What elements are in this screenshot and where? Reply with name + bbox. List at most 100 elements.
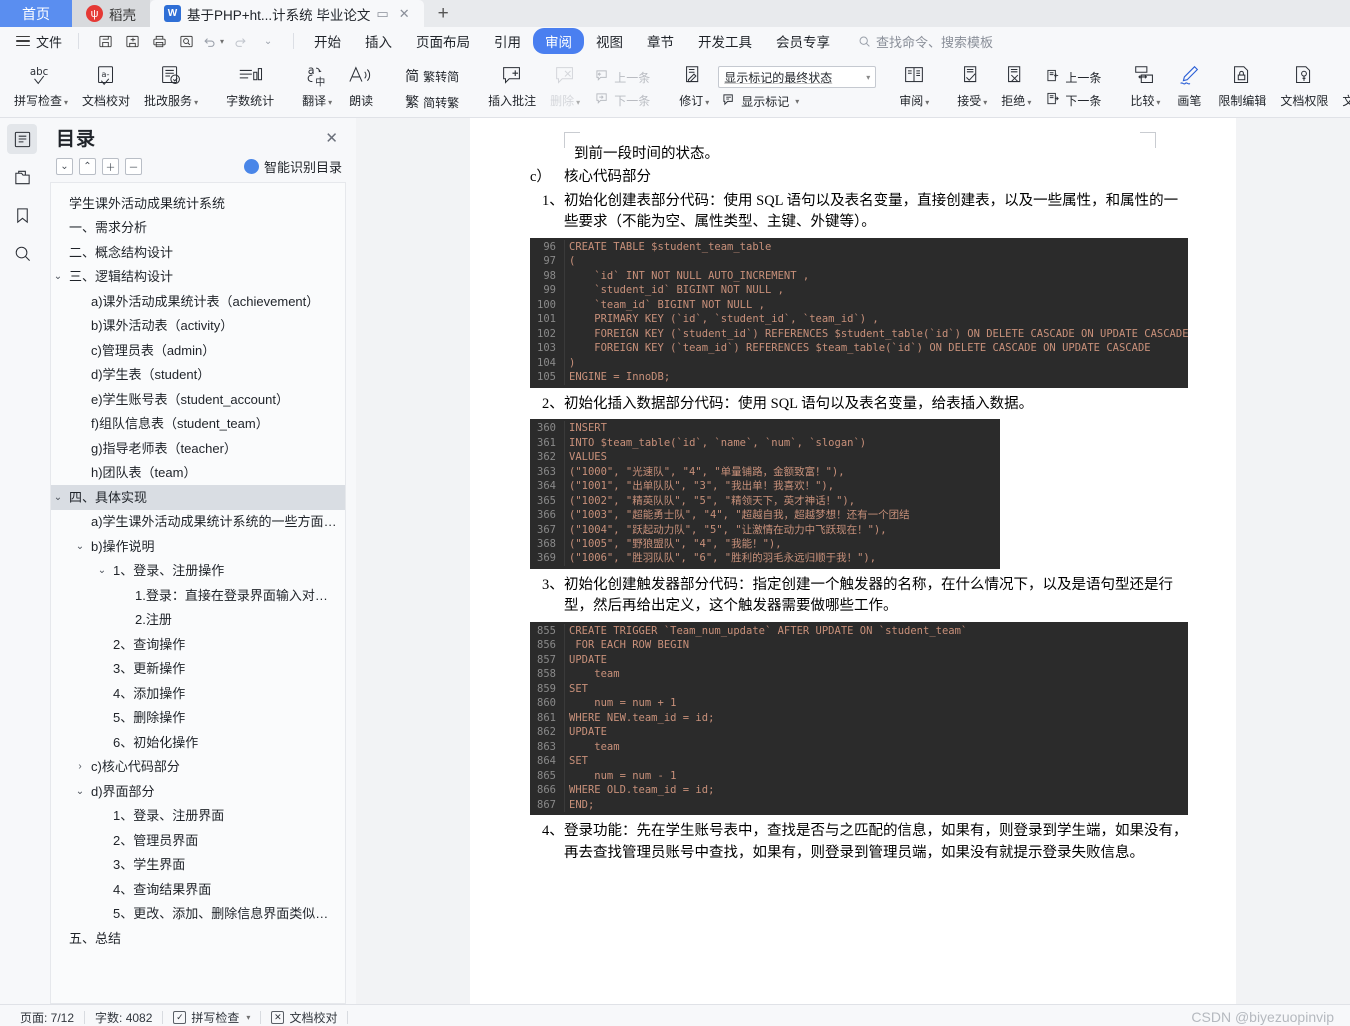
outline-item[interactable]: 5、删除操作	[51, 706, 345, 731]
outline-item[interactable]: ⌄ b)操作说明	[51, 534, 345, 559]
next-comment-button[interactable]: 下一条	[591, 90, 654, 111]
word-count-indicator[interactable]: 字数: 4082	[85, 1009, 162, 1026]
close-tab-icon[interactable]: ✕	[399, 6, 410, 22]
file-menu-button[interactable]: 文件	[8, 32, 70, 51]
outline-item[interactable]: 3、更新操作	[51, 657, 345, 682]
outline-item[interactable]: 1、登录、注册界面	[51, 804, 345, 829]
tab-docer[interactable]: ψ 稻壳	[72, 0, 150, 27]
redo-icon[interactable]	[228, 30, 252, 52]
outline-item[interactable]: f)组队信息表（student_team）	[51, 412, 345, 437]
review-pane-button[interactable]: 审阅 ▾	[892, 57, 936, 117]
outline-item[interactable]: ⌄ d)界面部分	[51, 779, 345, 804]
simp-to-trad-button[interactable]: 繁 简转繁	[401, 90, 463, 114]
expand-all-button[interactable]: ＋	[102, 158, 119, 175]
outline-list[interactable]: 学生课外活动成果统计系统 一、需求分析 二、概念结构设计 ⌄ 三、逻辑结构设计 a)课外活…	[50, 182, 346, 1004]
doc-proofread-button[interactable]: a- 文档校对	[75, 57, 137, 117]
thumbnail-panel-button[interactable]	[7, 162, 37, 192]
outline-item[interactable]: 4、添加操作	[51, 681, 345, 706]
menu-item-6[interactable]: 章节	[635, 28, 686, 54]
outline-item[interactable]: ⌄ 四、具体实现	[51, 485, 345, 510]
outline-item[interactable]: 二、概念结构设计	[51, 240, 345, 265]
chevron-icon[interactable]: ⌄	[73, 539, 87, 554]
outline-item[interactable]: 学生课外活动成果统计系统	[51, 191, 345, 216]
print-preview-icon[interactable]	[174, 30, 198, 52]
page-indicator[interactable]: 页面: 7/12	[10, 1009, 84, 1026]
insert-comment-button[interactable]: 插入批注	[481, 57, 543, 117]
outline-item[interactable]: 4、查询结果界面	[51, 877, 345, 902]
prev-comment-button[interactable]: 上一条	[591, 67, 654, 88]
chevron-icon[interactable]: ⌄	[95, 563, 109, 578]
collapse-up-button[interactable]: ⌃	[79, 158, 96, 175]
outline-item[interactable]: ⌄ 三、逻辑结构设计	[51, 265, 345, 290]
outline-item[interactable]: a)学生课外活动成果统计系统的一些方面的 …	[51, 510, 345, 535]
chevron-icon[interactable]: ›	[73, 759, 87, 774]
menu-item-8[interactable]: 会员专享	[764, 28, 842, 54]
outline-item[interactable]: 2.注册	[51, 608, 345, 633]
new-tab-button[interactable]: +	[424, 0, 463, 27]
chevron-icon[interactable]: ⌄	[51, 269, 65, 284]
menu-item-5[interactable]: 视图	[584, 28, 635, 54]
print-icon[interactable]	[147, 30, 171, 52]
save-as-icon[interactable]	[120, 30, 144, 52]
accept-button[interactable]: 接受 ▾	[950, 57, 994, 117]
customize-qat-icon[interactable]: ⌄	[255, 30, 279, 52]
collapse-down-button[interactable]: ⌄	[56, 158, 73, 175]
outline-item[interactable]: d)学生表（student）	[51, 363, 345, 388]
next-revision-button[interactable]: 下一条	[1042, 90, 1105, 111]
word-count-button[interactable]: 字数统计	[219, 57, 281, 117]
compare-button[interactable]: 比较 ▾	[1123, 57, 1167, 117]
reject-button[interactable]: 拒绝 ▾	[994, 57, 1038, 117]
document-canvas[interactable]: 到前一段时间的状态。 c） 核心代码部分 1、 初始化创建表部分代码：使用 SQ…	[356, 118, 1350, 1004]
pen-button[interactable]: 画笔	[1167, 57, 1211, 117]
menu-item-0[interactable]: 开始	[302, 28, 353, 54]
outline-panel-button[interactable]	[7, 124, 37, 154]
search-panel-button[interactable]	[7, 238, 37, 268]
outline-item[interactable]: e)学生账号表（student_account）	[51, 387, 345, 412]
menu-item-1[interactable]: 插入	[353, 28, 404, 54]
outline-item[interactable]: 一、需求分析	[51, 216, 345, 241]
outline-item[interactable]: 2、管理员界面	[51, 828, 345, 853]
trad-to-simp-button[interactable]: 简 繁转简	[401, 64, 463, 88]
doc-permission-button[interactable]: 文档权限	[1273, 57, 1335, 117]
menu-item-7[interactable]: 开发工具	[686, 28, 764, 54]
spell-check-status[interactable]: ✓ 拼写检查 ▾	[163, 1009, 260, 1026]
outline-item[interactable]: ⌄ 1、登录、注册操作	[51, 559, 345, 584]
outline-item[interactable]: c)管理员表（admin）	[51, 338, 345, 363]
present-icon[interactable]: ▭	[376, 6, 388, 22]
delete-comment-button[interactable]: 删除 ▾	[543, 57, 587, 117]
outline-item[interactable]: g)指导老师表（teacher）	[51, 436, 345, 461]
read-aloud-button[interactable]: 朗读	[339, 57, 383, 117]
outline-item[interactable]: 2、查询操作	[51, 632, 345, 657]
chevron-icon[interactable]: ⌄	[51, 490, 65, 505]
show-markup-button[interactable]: 显示标记 ▾	[718, 91, 876, 112]
outline-item[interactable]: 6、初始化操作	[51, 730, 345, 755]
close-outline-icon[interactable]: ✕	[321, 129, 342, 147]
outline-item[interactable]: 5、更改、添加、删除信息界面类似，这 …	[51, 902, 345, 927]
restrict-edit-button[interactable]: 限制编辑	[1211, 57, 1273, 117]
markup-view-select[interactable]: 显示标记的最终状态 ▾	[718, 66, 877, 88]
tab-home[interactable]: 首页	[0, 0, 72, 27]
translate-button[interactable]: a 中 翻译 ▾	[295, 57, 339, 117]
outline-item[interactable]: 3、学生界面	[51, 853, 345, 878]
outline-item[interactable]: a)课外活动成果统计表（achievement）	[51, 289, 345, 314]
prev-revision-button[interactable]: 上一条	[1042, 67, 1105, 88]
track-changes-button[interactable]: 修订 ▾	[672, 57, 716, 117]
bookmark-panel-button[interactable]	[7, 200, 37, 230]
undo-icon[interactable]: ▾	[201, 30, 225, 52]
revise-service-button[interactable]: 批改服务 ▾	[137, 57, 205, 117]
outline-item[interactable]: 1.登录：直接在登录界面输入对应的 …	[51, 583, 345, 608]
tab-document[interactable]: W 基于PHP+ht...计系统 毕业论文 ▭ ✕	[150, 0, 424, 27]
menu-item-3[interactable]: 引用	[482, 28, 533, 54]
search-command-box[interactable]: 查找命令、搜索模板	[858, 32, 993, 51]
outline-item[interactable]: b)课外活动表（activity）	[51, 314, 345, 339]
smart-outline-button[interactable]: 智能识别目录	[243, 157, 342, 176]
outline-item[interactable]: › c)核心代码部分	[51, 755, 345, 780]
collapse-all-button[interactable]: －	[125, 158, 142, 175]
outline-item[interactable]: 五、总结	[51, 926, 345, 951]
doc-certify-button[interactable]: 文档认证	[1335, 57, 1350, 117]
menu-item-4[interactable]: 审阅	[533, 28, 585, 54]
spell-check-button[interactable]: abc 拼写检查 ▾	[7, 57, 75, 117]
menu-item-2[interactable]: 页面布局	[404, 28, 482, 54]
chevron-icon[interactable]: ⌄	[73, 784, 87, 799]
doc-proofread-status[interactable]: ✕ 文档校对	[261, 1009, 347, 1026]
